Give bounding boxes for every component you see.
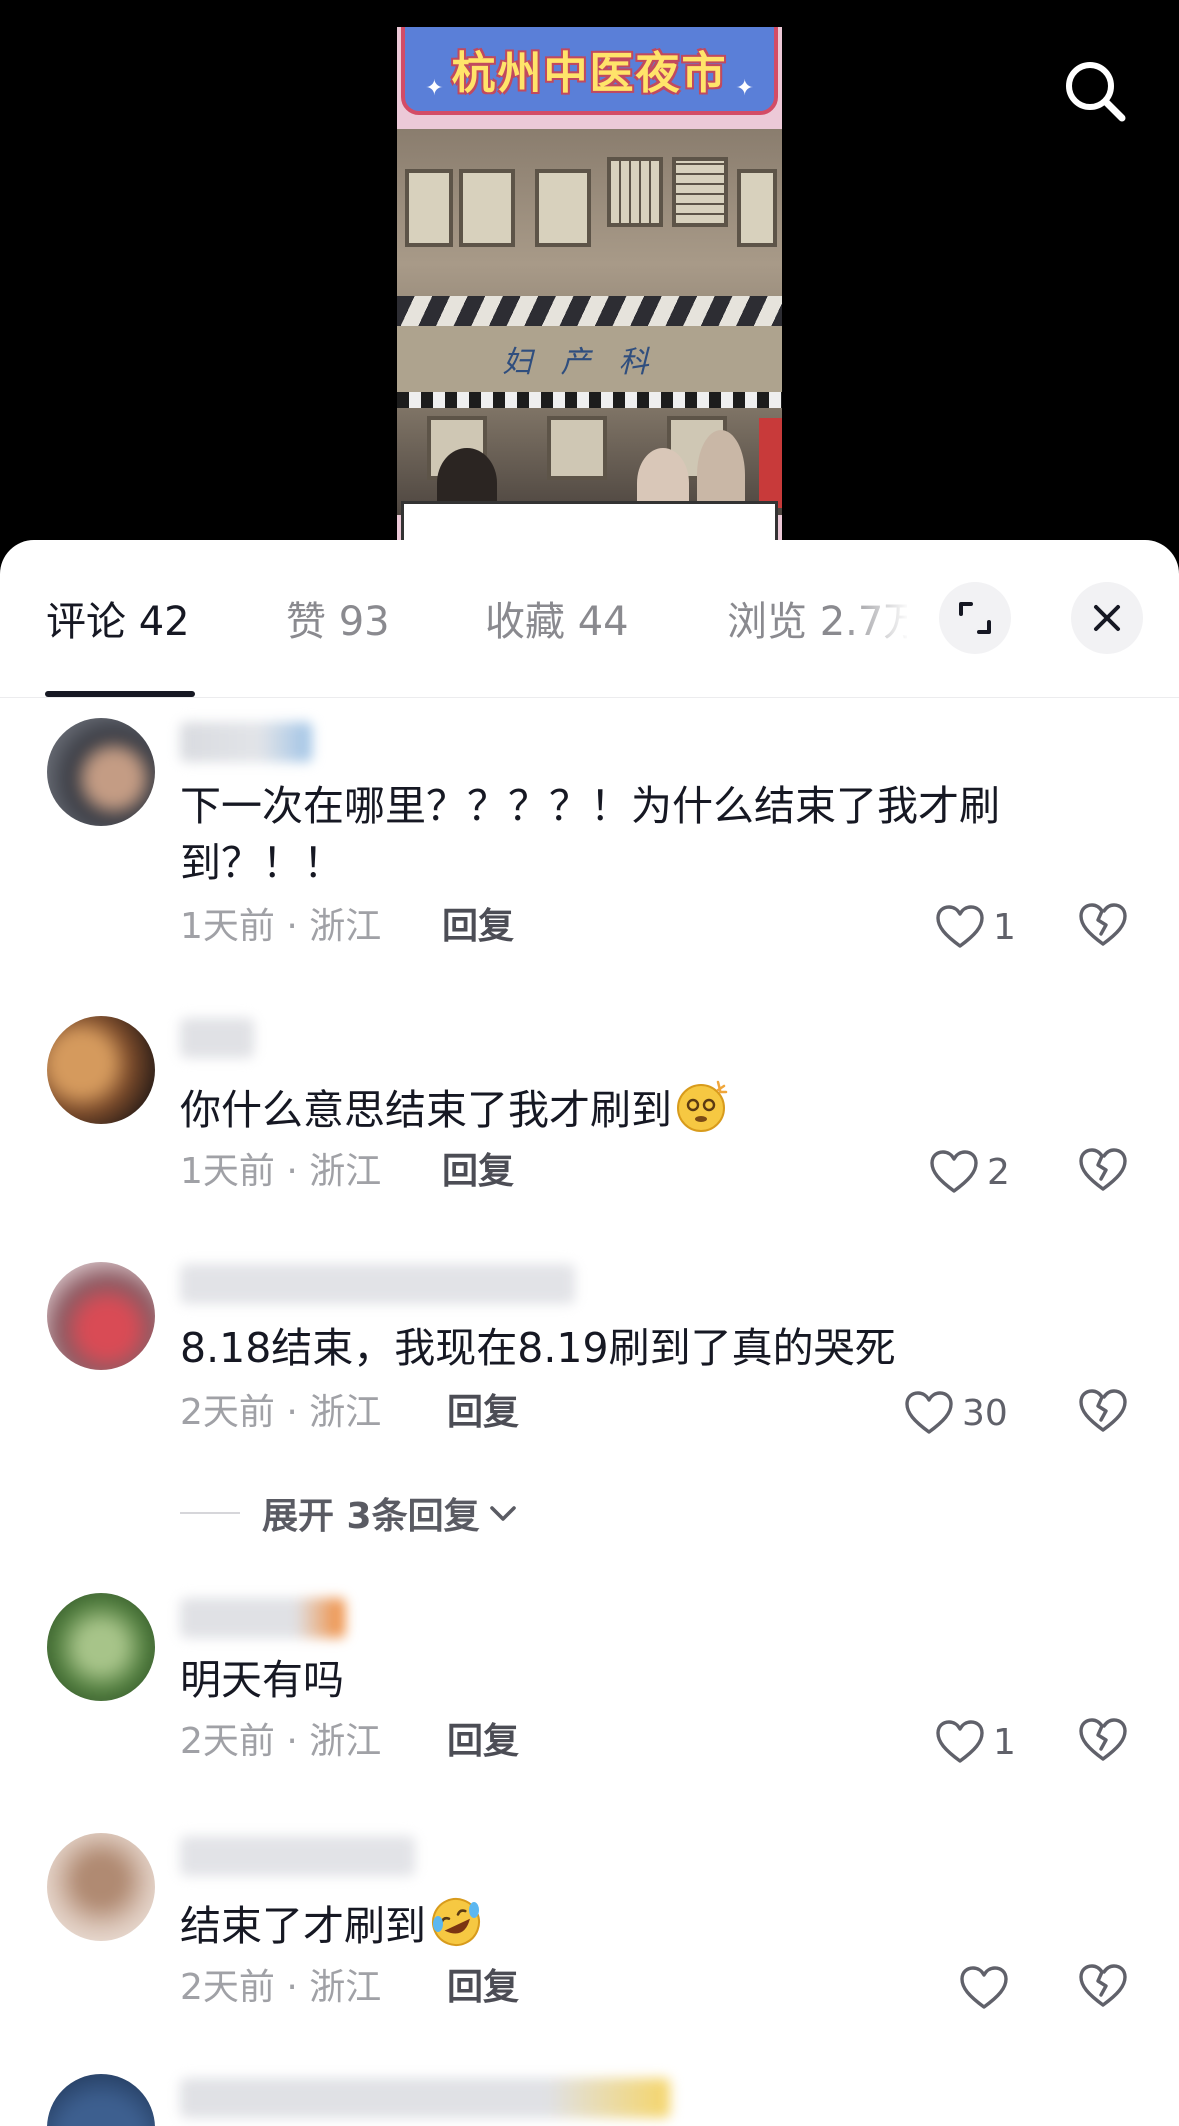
dislike-broken-heart-icon[interactable]: [1078, 1715, 1128, 1765]
comment-text: 结束了才刷到: [180, 1894, 1100, 1955]
dizzy-face-emoji: [677, 1080, 728, 1132]
heart-icon: [936, 1720, 984, 1763]
username-blurred[interactable]: [180, 2078, 670, 2118]
like-button[interactable]: 2: [929, 1145, 1010, 1199]
reply-button[interactable]: 回复: [447, 1718, 519, 1766]
chevron-down-icon: [489, 1506, 516, 1521]
heart-icon: [936, 905, 984, 948]
tab-favorites[interactable]: 收藏 44: [485, 596, 629, 648]
reply-button[interactable]: 回复: [447, 1389, 519, 1437]
username-blurred[interactable]: [180, 1836, 415, 1876]
comment-text: 你什么意思结束了我才刷到: [180, 1078, 1100, 1139]
search-icon[interactable]: [1062, 58, 1128, 124]
video-title-banner: ✦ 杭州中医夜市 ✦: [401, 27, 778, 115]
video-player[interactable]: 妇产科 ✦ 杭州中医夜市 ✦: [0, 0, 1179, 560]
awning: [397, 296, 782, 326]
tab-comments[interactable]: 评论 42: [46, 596, 190, 648]
like-button[interactable]: 1: [935, 900, 1016, 954]
tab-divider: [0, 697, 1179, 698]
comment-meta: 2天前 · 浙江: [180, 1967, 382, 2008]
dislike-broken-heart-icon[interactable]: [1078, 1145, 1128, 1195]
rofl-emoji: [432, 1898, 480, 1946]
close-icon[interactable]: [1071, 582, 1143, 654]
app-root: 妇产科 ✦ 杭州中医夜市 ✦ 评论 42 赞 93 收藏 44 浏览 2.7万 …: [0, 0, 1179, 2126]
comment-text: 明天有吗: [180, 1656, 344, 1704]
clinic-sign: 妇产科: [397, 326, 782, 392]
avatar[interactable]: [47, 718, 155, 826]
expand-icon[interactable]: [939, 582, 1011, 654]
heart-icon: [960, 1966, 1008, 2009]
reply-button[interactable]: 回复: [442, 903, 514, 951]
heart-icon: [930, 1150, 978, 1193]
comment-text: 下一次在哪里？？？？！为什么结束了我才刷到？！！: [180, 782, 1000, 887]
like-count: 30: [962, 1392, 1008, 1434]
avatar[interactable]: [47, 2074, 155, 2126]
like-count: 2: [987, 1151, 1010, 1193]
avatar[interactable]: [47, 1593, 155, 1701]
video-scene-image: 妇产科: [397, 129, 782, 520]
avatar[interactable]: [47, 1262, 155, 1370]
tab-bar: 评论 42 赞 93 收藏 44 浏览 2.7万: [0, 540, 1179, 697]
like-button[interactable]: 30: [904, 1386, 1008, 1440]
dislike-broken-heart-icon[interactable]: [1078, 1386, 1128, 1436]
reply-button[interactable]: 回复: [447, 1964, 519, 2012]
dislike-broken-heart-icon[interactable]: [1078, 1961, 1128, 2011]
avatar[interactable]: [47, 1016, 155, 1124]
avatar[interactable]: [47, 1833, 155, 1941]
like-button[interactable]: 1: [935, 1715, 1016, 1769]
username-blurred[interactable]: [180, 1598, 345, 1638]
dislike-broken-heart-icon[interactable]: [1078, 900, 1128, 950]
video-title-text: 杭州中医夜市: [451, 48, 728, 99]
like-count: 1: [993, 906, 1016, 948]
expand-replies-button[interactable]: 展开 3条回复: [180, 1488, 520, 1538]
expand-replies-label: 展开 3条回复: [262, 1496, 480, 1537]
comment-meta: 2天前 · 浙江: [180, 1721, 382, 1762]
username-blurred[interactable]: [180, 1018, 254, 1058]
username-blurred[interactable]: [180, 1264, 575, 1304]
comment-meta: 2天前 · 浙江: [180, 1392, 382, 1433]
comment-text: 8.18结束，我现在8.19刷到了真的哭死: [180, 1324, 896, 1372]
video-thumbnail[interactable]: 妇产科 ✦ 杭州中医夜市 ✦: [397, 27, 782, 547]
like-button[interactable]: [959, 1961, 1017, 2015]
reply-button[interactable]: 回复: [442, 1148, 514, 1196]
tab-likes[interactable]: 赞 93: [286, 596, 390, 648]
clinic-sign-text: 妇产科: [502, 345, 677, 380]
comment-meta: 1天前 · 浙江: [180, 1151, 382, 1192]
username-blurred[interactable]: [180, 722, 312, 762]
like-count: 1: [993, 1721, 1016, 1763]
comment-meta: 1天前 · 浙江: [180, 906, 382, 947]
heart-icon: [905, 1391, 953, 1434]
